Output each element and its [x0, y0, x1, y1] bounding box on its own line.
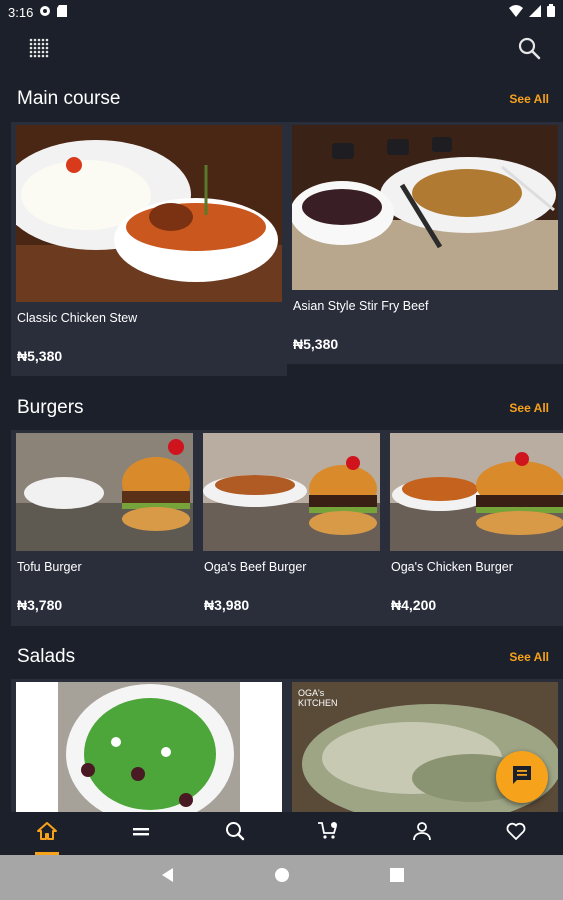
watermark-brand-sub: KITCHEN: [298, 698, 338, 708]
product-card[interactable]: Oga's Chicken Burger ₦4,200: [385, 430, 563, 626]
heart-icon: [506, 822, 526, 845]
section-title: Salads: [17, 646, 76, 667]
wifi-icon: [509, 4, 523, 20]
product-card[interactable]: [11, 679, 287, 812]
product-card[interactable]: Classic Chicken Stew ₦5,380: [11, 122, 287, 376]
beef-burger-image: [203, 433, 380, 551]
section-header-main-course: Main course See All: [0, 83, 563, 115]
product-name: Oga's Beef Burger: [204, 560, 307, 574]
product-price: ₦3,780: [17, 597, 63, 613]
signal-icon: [529, 4, 541, 20]
nav-search[interactable]: [215, 812, 255, 855]
section-header-salads: Salads See All: [0, 641, 563, 673]
nav-favorites[interactable]: [496, 812, 536, 855]
product-price: ₦3,980: [204, 597, 250, 613]
cart-icon: [317, 821, 339, 846]
menu-lines-icon: [132, 825, 149, 843]
top-bar: [0, 24, 563, 76]
notification-icon: [39, 5, 51, 20]
watermark-brand: OGA's: [298, 688, 325, 698]
search-icon[interactable]: [517, 36, 541, 65]
tofu-burger-image: [16, 433, 193, 551]
section-title: Burgers: [17, 397, 84, 418]
green-salad-image: [16, 682, 282, 812]
product-price: ₦5,380: [293, 336, 339, 352]
nav-account[interactable]: [402, 812, 442, 855]
product-card[interactable]: Asian Style Stir Fry Beef ₦5,380: [287, 122, 563, 364]
see-all-link[interactable]: See All: [509, 650, 549, 664]
see-all-link[interactable]: See All: [509, 401, 549, 415]
battery-icon: [547, 4, 555, 20]
product-card[interactable]: Tofu Burger ₦3,780: [11, 430, 198, 626]
product-price: ₦4,200: [391, 597, 437, 613]
chat-icon: [511, 764, 533, 791]
product-name: Asian Style Stir Fry Beef: [293, 299, 429, 313]
product-name: Classic Chicken Stew: [17, 311, 138, 325]
see-all-link[interactable]: See All: [509, 92, 549, 106]
product-name: Oga's Chicken Burger: [391, 560, 513, 574]
nav-cart[interactable]: [308, 812, 348, 855]
bottom-nav: [0, 812, 563, 855]
chicken-stew-image: [16, 125, 282, 302]
sd-card-icon: [57, 4, 68, 20]
section-header-burgers: Burgers See All: [0, 392, 563, 424]
section-title: Main course: [17, 88, 121, 109]
chat-button[interactable]: [496, 751, 548, 803]
search-icon: [225, 821, 245, 846]
product-name: Tofu Burger: [17, 560, 82, 574]
user-icon: [412, 821, 432, 846]
status-bar: 3:16: [0, 0, 563, 24]
grid-dots-icon[interactable]: [26, 35, 52, 66]
nav-home[interactable]: [27, 812, 67, 855]
chicken-burger-image: [390, 433, 563, 551]
recents-square-icon[interactable]: [389, 868, 404, 887]
product-price: ₦5,380: [17, 348, 63, 364]
nav-menu[interactable]: [121, 812, 161, 855]
back-icon[interactable]: [160, 867, 174, 888]
status-time: 3:16: [8, 4, 34, 20]
product-card[interactable]: Oga's Beef Burger ₦3,980: [198, 430, 385, 626]
home-circle-icon[interactable]: [274, 867, 290, 888]
home-icon: [36, 821, 58, 846]
system-nav-bar: [0, 855, 563, 900]
stir-fry-beef-image: [292, 125, 558, 290]
